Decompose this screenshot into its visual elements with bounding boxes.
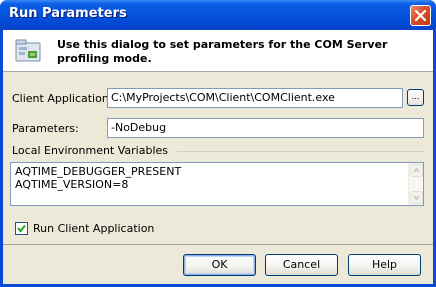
client-application-input[interactable]: C:\MyProjects\COM\Client\COMClient.exe bbox=[107, 88, 403, 108]
dialog-description: Use this dialog to set parameters for th… bbox=[57, 38, 388, 65]
dialog-header: Use this dialog to set parameters for th… bbox=[3, 30, 433, 72]
scroll-up-button[interactable] bbox=[410, 164, 423, 177]
parameters-label: Parameters: bbox=[12, 122, 79, 135]
title-bar[interactable]: Run Parameters bbox=[0, 0, 436, 30]
env-vars-label: Local Environment Variables bbox=[12, 144, 169, 157]
close-icon bbox=[415, 10, 426, 21]
dialog-settings-icon bbox=[15, 39, 41, 62]
close-button[interactable] bbox=[410, 5, 431, 26]
checkmark-icon bbox=[17, 224, 26, 233]
run-client-checkbox[interactable] bbox=[15, 222, 28, 235]
chevron-down-icon bbox=[413, 195, 420, 201]
client-application-label: Client Application: bbox=[12, 92, 113, 105]
help-button[interactable]: Help bbox=[348, 254, 421, 276]
env-var-line: AQTIME_DEBUGGER_PRESENT bbox=[15, 165, 182, 178]
env-var-line: AQTIME_VERSION=8 bbox=[15, 178, 129, 191]
env-vars-scrollbar[interactable] bbox=[408, 163, 423, 205]
run-parameters-dialog: Run Parameters Use this dialog to set pa… bbox=[0, 0, 436, 287]
footer-divider bbox=[3, 244, 433, 245]
chevron-up-icon bbox=[413, 167, 420, 173]
window-title: Run Parameters bbox=[9, 6, 127, 21]
parameters-input[interactable]: -NoDebug bbox=[107, 118, 424, 138]
cancel-button[interactable]: Cancel bbox=[265, 254, 338, 276]
scroll-down-button[interactable] bbox=[410, 191, 423, 204]
env-vars-textarea[interactable]: AQTIME_DEBUGGER_PRESENT AQTIME_VERSION=8 bbox=[10, 162, 424, 206]
group-divider bbox=[177, 151, 424, 152]
run-client-label[interactable]: Run Client Application bbox=[33, 222, 154, 235]
dialog-body: Use this dialog to set parameters for th… bbox=[3, 30, 433, 284]
browse-button[interactable]: ... bbox=[407, 89, 424, 106]
ok-button[interactable]: OK bbox=[183, 254, 256, 276]
